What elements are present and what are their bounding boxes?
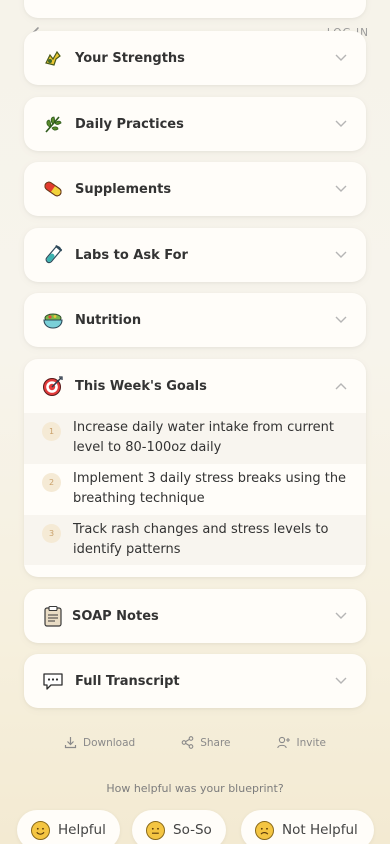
goal-number: 3 xyxy=(42,524,61,543)
section-labs-to-ask-for[interactable]: Labs to Ask For xyxy=(24,228,366,282)
not-helpful-button[interactable]: Not Helpful xyxy=(241,810,374,844)
chevron-down-icon xyxy=(334,117,348,131)
invite-button[interactable]: Invite xyxy=(276,736,326,749)
chevron-down-icon xyxy=(334,674,348,688)
chevron-down-icon xyxy=(334,51,348,65)
goal-item: 1 Increase daily water intake from curre… xyxy=(24,413,366,464)
section-supplements[interactable]: Supplements xyxy=(24,162,366,216)
clipboard-icon xyxy=(42,605,64,627)
section-title: Daily Practices xyxy=(75,116,184,132)
test-tube-icon xyxy=(42,244,64,266)
section-title: Your Strengths xyxy=(75,50,185,66)
share-button[interactable]: Share xyxy=(181,736,231,749)
chat-icon xyxy=(42,670,64,692)
section-title: Full Transcript xyxy=(75,673,180,689)
collapsed-card-top[interactable] xyxy=(24,0,366,18)
chevron-down-icon xyxy=(334,182,348,196)
so-so-button[interactable]: So-So xyxy=(132,810,226,844)
action-bar: Download Share Invite xyxy=(0,736,390,749)
feedback-question: How helpful was your blueprint? xyxy=(106,782,284,795)
helpful-label: Helpful xyxy=(58,822,106,838)
download-label: Download xyxy=(83,736,136,749)
neutral-face-icon xyxy=(146,820,165,840)
section-nutrition[interactable]: Nutrition xyxy=(24,293,366,347)
section-daily-practices[interactable]: Daily Practices xyxy=(24,97,366,151)
chevron-down-icon xyxy=(334,313,348,327)
smiling-face-icon xyxy=(31,820,50,840)
goal-text: Increase daily water intake from current… xyxy=(73,420,334,455)
section-soap-notes[interactable]: SOAP Notes xyxy=(24,589,366,643)
goal-text: Implement 3 daily stress breaks using th… xyxy=(73,471,347,506)
add-user-icon xyxy=(276,736,290,749)
flexed-arm-icon xyxy=(42,47,64,69)
goals-header[interactable]: This Week's Goals xyxy=(24,359,366,413)
helpful-button[interactable]: Helpful xyxy=(17,810,120,844)
invite-label: Invite xyxy=(296,736,326,749)
download-icon xyxy=(64,737,77,749)
section-your-strengths[interactable]: Your Strengths xyxy=(24,31,366,85)
so-so-label: So-So xyxy=(173,822,212,838)
pill-icon xyxy=(42,178,64,200)
section-title: Labs to Ask For xyxy=(75,247,188,263)
frowning-face-icon xyxy=(255,820,274,840)
section-title: Nutrition xyxy=(75,312,142,328)
goal-item: 2 Implement 3 daily stress breaks using … xyxy=(24,464,366,515)
chevron-down-icon xyxy=(334,609,348,623)
goal-number: 1 xyxy=(42,422,61,441)
share-icon xyxy=(181,736,194,749)
target-icon xyxy=(42,375,64,397)
section-title: SOAP Notes xyxy=(72,608,159,624)
section-title: This Week's Goals xyxy=(75,378,207,394)
goal-number: 2 xyxy=(42,473,61,492)
salad-bowl-icon xyxy=(42,309,64,331)
share-label: Share xyxy=(200,736,231,749)
not-helpful-label: Not Helpful xyxy=(282,822,358,838)
download-button[interactable]: Download xyxy=(64,736,135,749)
chevron-down-icon xyxy=(334,248,348,262)
section-this-weeks-goals: This Week's Goals 1 Increase daily water… xyxy=(24,359,366,577)
goal-item: 3 Track rash changes and stress levels t… xyxy=(24,515,366,565)
chevron-up-icon xyxy=(334,379,348,393)
section-full-transcript[interactable]: Full Transcript xyxy=(24,654,366,708)
herb-icon xyxy=(42,113,64,135)
section-title: Supplements xyxy=(75,181,172,197)
goal-text: Track rash changes and stress levels to … xyxy=(73,522,329,557)
